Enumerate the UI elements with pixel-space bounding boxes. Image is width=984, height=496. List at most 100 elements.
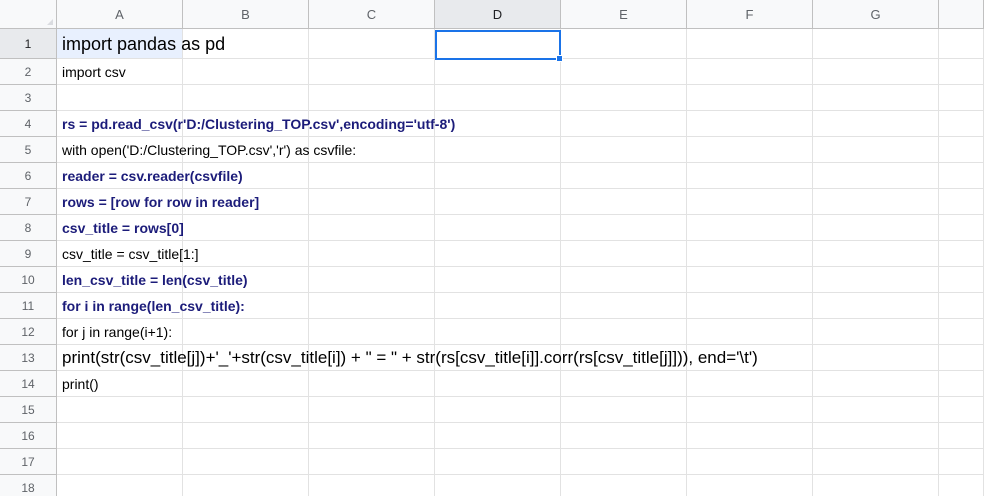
cell-h1[interactable] xyxy=(939,29,984,59)
row-header-16[interactable]: 16 xyxy=(0,423,57,449)
cell-d6[interactable] xyxy=(435,163,561,189)
cell-h2[interactable] xyxy=(939,59,984,85)
cell-c11[interactable] xyxy=(309,293,435,319)
row-header-9[interactable]: 9 xyxy=(0,241,57,267)
cell-h12[interactable] xyxy=(939,319,984,345)
cell-e12[interactable] xyxy=(561,319,687,345)
row-header-14[interactable]: 14 xyxy=(0,371,57,397)
row-header-3[interactable]: 3 xyxy=(0,85,57,111)
row-header-5[interactable]: 5 xyxy=(0,137,57,163)
cell-g17[interactable] xyxy=(813,449,939,475)
cell-f1[interactable] xyxy=(687,29,813,59)
cell-g13[interactable] xyxy=(813,345,939,371)
cell-d17[interactable] xyxy=(435,449,561,475)
cell-f2[interactable] xyxy=(687,59,813,85)
cell-g14[interactable] xyxy=(813,371,939,397)
cell-b8[interactable] xyxy=(183,215,309,241)
column-header-b[interactable]: B xyxy=(183,0,309,29)
row-header-2[interactable]: 2 xyxy=(0,59,57,85)
cell-g18[interactable] xyxy=(813,475,939,496)
cell-c18[interactable] xyxy=(309,475,435,496)
cell-c1[interactable] xyxy=(309,29,435,59)
cell-h6[interactable] xyxy=(939,163,984,189)
cell-d16[interactable] xyxy=(435,423,561,449)
cell-b2[interactable] xyxy=(183,59,309,85)
cell-c10[interactable] xyxy=(309,267,435,293)
cell-f8[interactable] xyxy=(687,215,813,241)
cell-e2[interactable] xyxy=(561,59,687,85)
cell-g9[interactable] xyxy=(813,241,939,267)
column-header-g[interactable]: G xyxy=(813,0,939,29)
cell-e16[interactable] xyxy=(561,423,687,449)
column-header-h[interactable] xyxy=(939,0,984,29)
cell-c15[interactable] xyxy=(309,397,435,423)
cell-e1[interactable] xyxy=(561,29,687,59)
cell-a3[interactable] xyxy=(57,85,183,111)
cell-c9[interactable] xyxy=(309,241,435,267)
cell-f15[interactable] xyxy=(687,397,813,423)
cell-c3[interactable] xyxy=(309,85,435,111)
cell-a17[interactable] xyxy=(57,449,183,475)
column-header-a[interactable]: A xyxy=(57,0,183,29)
cell-b14[interactable] xyxy=(183,371,309,397)
cell-d11[interactable] xyxy=(435,293,561,319)
cell-e5[interactable] xyxy=(561,137,687,163)
cell-f17[interactable] xyxy=(687,449,813,475)
cell-d1[interactable] xyxy=(435,29,561,59)
cell-e18[interactable] xyxy=(561,475,687,496)
row-header-15[interactable]: 15 xyxy=(0,397,57,423)
cell-a16[interactable] xyxy=(57,423,183,449)
row-header-7[interactable]: 7 xyxy=(0,189,57,215)
cell-a15[interactable] xyxy=(57,397,183,423)
cell-c7[interactable] xyxy=(309,189,435,215)
cell-e11[interactable] xyxy=(561,293,687,319)
cell-h11[interactable] xyxy=(939,293,984,319)
cell-e8[interactable] xyxy=(561,215,687,241)
column-header-f[interactable]: F xyxy=(687,0,813,29)
cell-g6[interactable] xyxy=(813,163,939,189)
select-all-corner[interactable] xyxy=(0,0,57,29)
cell-c2[interactable] xyxy=(309,59,435,85)
cell-h13[interactable] xyxy=(939,345,984,371)
cell-f12[interactable] xyxy=(687,319,813,345)
cell-h17[interactable] xyxy=(939,449,984,475)
cell-a18[interactable] xyxy=(57,475,183,496)
cell-g10[interactable] xyxy=(813,267,939,293)
cell-f4[interactable] xyxy=(687,111,813,137)
cell-h18[interactable] xyxy=(939,475,984,496)
cell-e7[interactable] xyxy=(561,189,687,215)
column-header-c[interactable]: C xyxy=(309,0,435,29)
cell-f11[interactable] xyxy=(687,293,813,319)
cell-g11[interactable] xyxy=(813,293,939,319)
cell-c16[interactable] xyxy=(309,423,435,449)
row-header-8[interactable]: 8 xyxy=(0,215,57,241)
cell-g7[interactable] xyxy=(813,189,939,215)
row-header-4[interactable]: 4 xyxy=(0,111,57,137)
cell-h4[interactable] xyxy=(939,111,984,137)
cell-d14[interactable] xyxy=(435,371,561,397)
cell-b17[interactable] xyxy=(183,449,309,475)
cell-f5[interactable] xyxy=(687,137,813,163)
cell-h7[interactable] xyxy=(939,189,984,215)
fill-handle[interactable] xyxy=(556,55,563,62)
cell-g4[interactable] xyxy=(813,111,939,137)
cell-f6[interactable] xyxy=(687,163,813,189)
cell-c14[interactable] xyxy=(309,371,435,397)
cell-f18[interactable] xyxy=(687,475,813,496)
cell-h5[interactable] xyxy=(939,137,984,163)
column-header-e[interactable]: E xyxy=(561,0,687,29)
row-header-17[interactable]: 17 xyxy=(0,449,57,475)
cell-g8[interactable] xyxy=(813,215,939,241)
cell-f10[interactable] xyxy=(687,267,813,293)
cell-d18[interactable] xyxy=(435,475,561,496)
cell-e9[interactable] xyxy=(561,241,687,267)
row-header-6[interactable]: 6 xyxy=(0,163,57,189)
cell-d8[interactable] xyxy=(435,215,561,241)
cell-d10[interactable] xyxy=(435,267,561,293)
cell-e4[interactable] xyxy=(561,111,687,137)
cell-h10[interactable] xyxy=(939,267,984,293)
cell-b9[interactable] xyxy=(183,241,309,267)
cell-c8[interactable] xyxy=(309,215,435,241)
cell-e3[interactable] xyxy=(561,85,687,111)
cell-d2[interactable] xyxy=(435,59,561,85)
